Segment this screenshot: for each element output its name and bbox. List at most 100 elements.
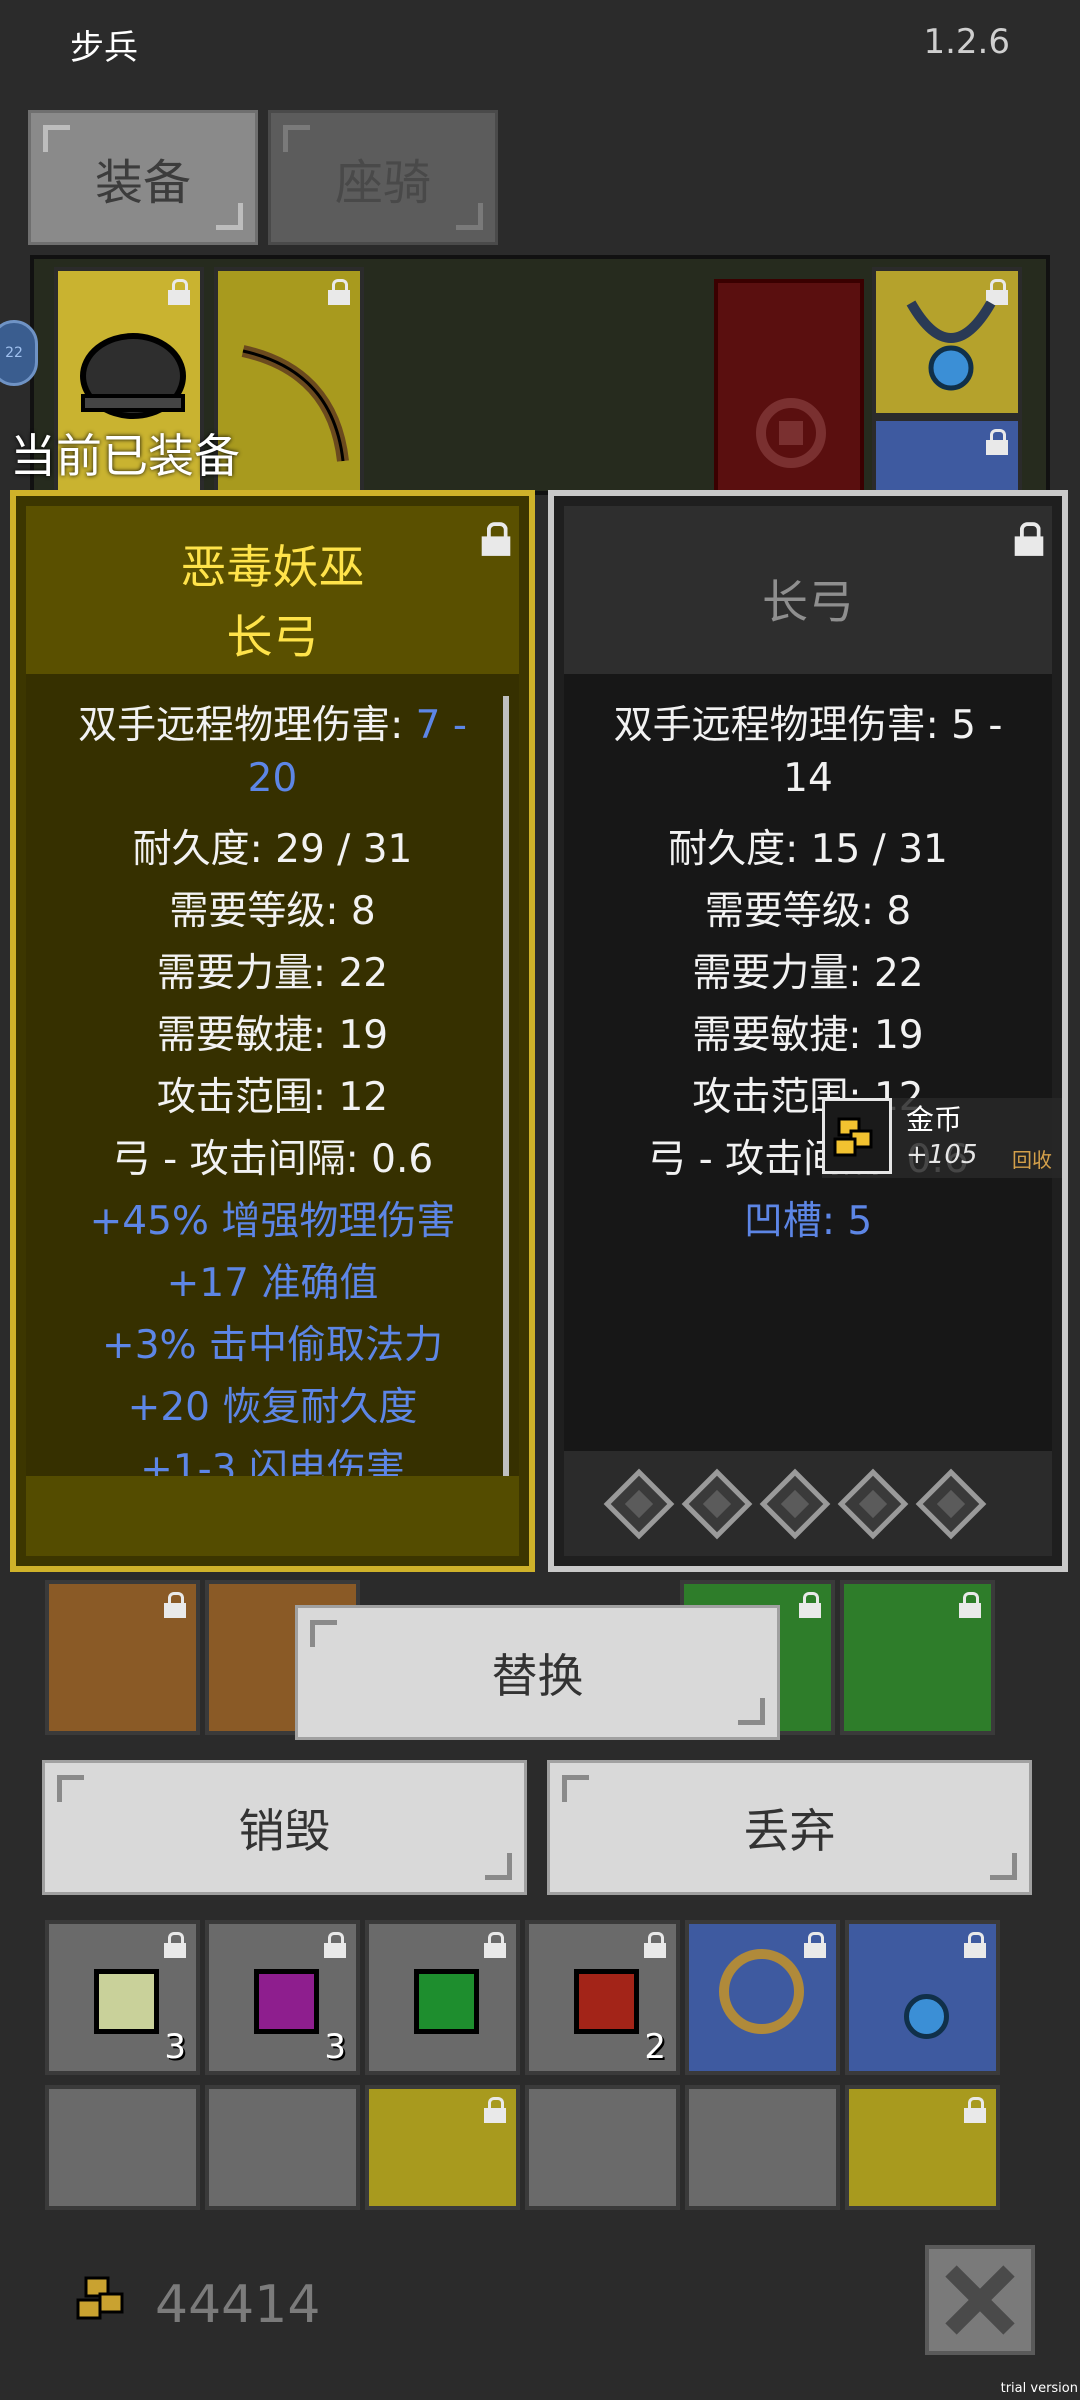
amulet-icon — [906, 300, 996, 391]
gold-coin-icon — [822, 1098, 892, 1174]
inventory-slot[interactable] — [365, 1920, 520, 2075]
empty-socket-icon — [915, 1468, 987, 1540]
inventory-slot[interactable] — [45, 1580, 200, 1735]
empty-socket-icon — [681, 1468, 753, 1540]
corner-decoration — [456, 203, 483, 230]
inventory-slot[interactable] — [845, 1920, 1000, 2075]
lock-icon — [328, 279, 350, 305]
inventory-slot[interactable]: 2 — [525, 1920, 680, 2075]
mod-durability-regen: +20 恢复耐久度 — [127, 1385, 418, 1430]
inventory-slot[interactable] — [365, 2085, 520, 2210]
discard-button[interactable]: 丢弃 — [547, 1760, 1032, 1895]
inventory-slot[interactable] — [845, 2085, 1000, 2210]
corner-decoration — [485, 1853, 512, 1880]
inventory-slot[interactable] — [685, 2085, 840, 2210]
corner-decoration — [562, 1775, 589, 1802]
ring-icon — [719, 1949, 804, 2034]
gold-coins-icon — [833, 1117, 873, 1157]
item-card-header: 长弓 — [564, 506, 1052, 674]
equipped-item-card: 恶毒妖巫 长弓 双手远程物理伤害: 7 - 20 耐久度: 29 / 31 需要… — [10, 490, 535, 1572]
tab-equipment[interactable]: 装备 — [28, 110, 258, 245]
lock-icon — [164, 1592, 186, 1618]
gold-recycle-tooltip[interactable]: 金币 +105 回收 — [822, 1098, 1062, 1178]
discard-button-label: 丢弃 — [743, 1803, 836, 1858]
item-name-prefix: 恶毒妖巫 — [180, 540, 365, 594]
item-base-name: 长弓 — [226, 610, 319, 664]
corner-decoration — [738, 1698, 765, 1725]
shield-slot[interactable] — [714, 279, 864, 509]
inventory-slot[interactable] — [525, 2085, 680, 2210]
recycle-label[interactable]: 回收 — [1012, 1144, 1052, 1173]
lock-icon — [484, 2097, 506, 2123]
range-stat: 攻击范围: 12 — [156, 1075, 389, 1120]
tab-equipment-label: 装备 — [94, 154, 191, 211]
currently-equipped-label: 当前已装备 — [10, 429, 240, 483]
destroy-button-label: 销毁 — [238, 1803, 331, 1858]
durability-stat: 耐久度: 15 / 31 — [668, 827, 948, 872]
mod-accuracy: +17 准确值 — [166, 1261, 379, 1306]
close-button[interactable] — [925, 2245, 1035, 2355]
empty-socket-icon — [759, 1468, 831, 1540]
sockets-stat: 凹槽: 5 — [743, 1199, 873, 1244]
amulet-icon — [904, 1994, 949, 2039]
tab-mount[interactable]: 座骑 — [268, 110, 498, 245]
damage-value: 7 - — [415, 703, 467, 748]
trial-version-watermark: trial version — [1000, 2381, 1078, 2396]
gold-total: 44414 — [155, 2275, 321, 2335]
damage-stat-cont: 14 — [783, 756, 833, 801]
str-req-stat: 需要力量: 22 — [692, 951, 924, 996]
corner-decoration — [216, 203, 243, 230]
lock-icon — [986, 429, 1008, 455]
item-count: 2 — [644, 2027, 666, 2067]
close-icon — [945, 2265, 1015, 2335]
dex-req-stat: 需要敏捷: 19 — [156, 1013, 389, 1058]
compared-item-card: 长弓 双手远程物理伤害: 5 - 14 耐久度: 15 / 31 需要等级: 8… — [548, 490, 1068, 1572]
gold-coins-icon — [76, 2276, 124, 2320]
mod-phys-dmg: +45% 增强物理伤害 — [89, 1199, 456, 1244]
item-card-header: 恶毒妖巫 长弓 — [26, 506, 519, 674]
character-class-label: 步兵 — [70, 28, 138, 68]
lock-icon — [324, 1932, 346, 1958]
inventory-slot[interactable]: 3 — [205, 1920, 360, 2075]
replace-button[interactable]: 替换 — [295, 1605, 780, 1740]
gem-icon — [94, 1969, 159, 2034]
replace-button-label: 替换 — [491, 1648, 584, 1703]
inventory-slot[interactable] — [205, 2085, 360, 2210]
corner-decoration — [990, 1853, 1017, 1880]
damage-stat: 双手远程物理伤害: 7 - — [26, 694, 519, 750]
empty-socket-icon — [837, 1468, 909, 1540]
gem-icon — [574, 1969, 639, 2034]
damage-stat: 双手远程物理伤害: 5 - — [613, 703, 1003, 748]
lock-icon — [964, 1932, 986, 1958]
mod-mana-steal: +3% 击中偷取法力 — [102, 1323, 443, 1368]
lock-icon — [804, 1932, 826, 1958]
lock-icon[interactable] — [1014, 522, 1044, 556]
inventory-slot[interactable] — [840, 1580, 995, 1735]
item-count: 3 — [324, 2027, 346, 2067]
lock-icon — [644, 1932, 666, 1958]
version-label: 1.2.6 — [923, 22, 1010, 62]
durability-stat: 耐久度: 29 / 31 — [132, 827, 413, 872]
lock-icon — [164, 1932, 186, 1958]
item-base-name: 长弓 — [762, 575, 854, 629]
corner-decoration — [283, 125, 310, 152]
corner-decoration — [310, 1620, 337, 1647]
gold-label: 金币 — [906, 1103, 963, 1136]
level-req-stat: 需要等级: 8 — [704, 889, 912, 934]
amulet-slot[interactable] — [872, 267, 1022, 417]
inventory-slot[interactable]: 3 — [45, 1920, 200, 2075]
corner-decoration — [43, 125, 70, 152]
scrollbar[interactable] — [503, 696, 509, 1516]
str-req-stat: 需要力量: 22 — [156, 951, 389, 996]
destroy-button[interactable]: 销毁 — [42, 1760, 527, 1895]
lock-icon — [959, 1592, 981, 1618]
ring-slot[interactable] — [872, 417, 1022, 497]
inventory-slot[interactable] — [45, 2085, 200, 2210]
inventory-slot[interactable] — [685, 1920, 840, 2075]
notification-badge[interactable]: 22 — [0, 320, 38, 386]
longbow-icon — [241, 345, 349, 462]
gem-icon — [414, 1969, 479, 2034]
empty-slot-icon — [756, 398, 826, 468]
corner-decoration — [57, 1775, 84, 1802]
damage-label: 双手远程物理伤害: — [78, 703, 416, 748]
